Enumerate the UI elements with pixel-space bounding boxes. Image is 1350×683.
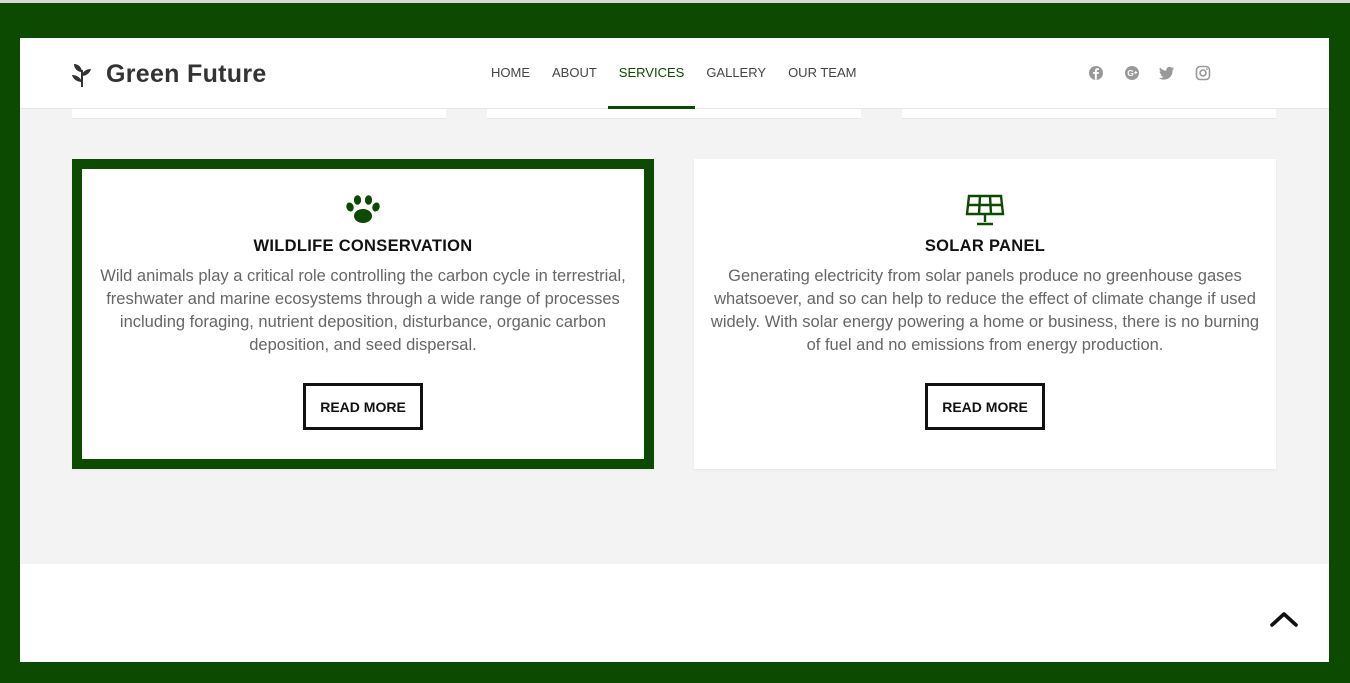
service-description: Generating electricity from solar panels… <box>710 267 1260 354</box>
main-nav: HOME ABOUT SERVICES GALLERY OUR TEAM <box>480 38 867 109</box>
nav-our-team[interactable]: OUR TEAM <box>777 38 867 108</box>
service-title: WILDLIFE CONSERVATION <box>253 237 473 255</box>
service-card-wildlife: WILDLIFE CONSERVATION Wild animals play … <box>72 159 654 469</box>
paw-icon <box>346 195 380 223</box>
window-top-edge <box>0 0 1350 3</box>
read-more-button[interactable]: READ MORE <box>303 383 423 430</box>
site-header: Green Future HOME ABOUT SERVICES GALLERY… <box>20 38 1329 109</box>
google-plus-icon[interactable]: G <box>1122 63 1142 83</box>
page-frame: Green Future HOME ABOUT SERVICES GALLERY… <box>20 38 1329 662</box>
service-title: SOLAR PANEL <box>924 237 1046 255</box>
sprout-icon <box>72 63 91 87</box>
nav-services[interactable]: SERVICES <box>607 38 696 109</box>
nav-about[interactable]: ABOUT <box>541 38 608 108</box>
service-description: Wild animals play a critical role contro… <box>100 267 626 354</box>
brand-name: Green Future <box>106 60 267 88</box>
social-links: G <box>1086 63 1228 83</box>
solar-panel-icon <box>965 194 1005 226</box>
facebook-icon[interactable] <box>1086 63 1106 83</box>
instagram-icon[interactable] <box>1193 63 1213 83</box>
brand-logo[interactable]: Green Future <box>70 60 267 89</box>
nav-home[interactable]: HOME <box>480 38 541 108</box>
nav-gallery[interactable]: GALLERY <box>695 38 777 108</box>
chevron-up-icon[interactable] <box>1268 608 1300 630</box>
svg-text:G: G <box>1127 68 1134 78</box>
service-card-solar: SOLAR PANEL Generating electricity from … <box>694 159 1276 469</box>
footer-section <box>20 564 1329 662</box>
read-more-button[interactable]: READ MORE <box>925 383 1045 430</box>
twitter-icon[interactable] <box>1157 63 1177 83</box>
